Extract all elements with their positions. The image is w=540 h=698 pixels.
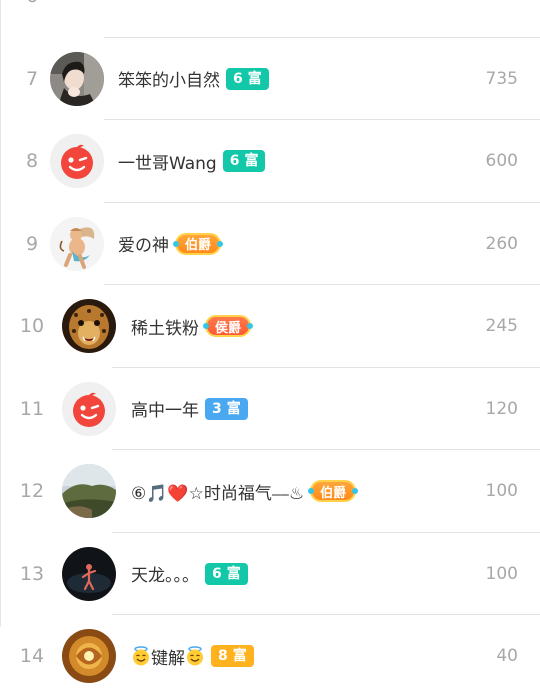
noble-title-badge: 伯爵 (308, 480, 359, 503)
wealth-level-badge: 8 富 (211, 645, 254, 668)
badge-gem-icon (173, 240, 179, 247)
user-name[interactable]: 高中一年 (131, 396, 199, 421)
badge-label: 富 (226, 565, 241, 582)
badge-gem-icon (308, 488, 315, 495)
ranking-row[interactable]: 9 爱の神 伯爵 260 (0, 203, 540, 286)
rank-number: 11 (19, 397, 45, 420)
rank-number: 14 (19, 645, 45, 667)
user-name[interactable]: 天龙。。。 (131, 561, 199, 586)
ranking-row[interactable]: 7 笨笨的小自然 6 富 735 (0, 38, 540, 121)
user-name[interactable]: 笨笨的小自然 (118, 66, 220, 91)
ranking-row[interactable]: 10 稀土铁粉 侯爵 245 (0, 285, 540, 368)
name-group: 高中一年 3 富 (131, 368, 248, 451)
badge-gem-icon (217, 240, 224, 247)
golden-ornament-avatar[interactable] (62, 629, 116, 683)
rank-number: 12 (19, 480, 45, 502)
mountain-landscape-avatar[interactable] (62, 464, 116, 518)
noble-title-text: 伯爵 (320, 485, 347, 501)
score-value: 100 (485, 563, 518, 584)
badge-level-number: 6 (233, 70, 243, 87)
ranking-row[interactable]: 8 一世哥Wang 6 富 600 (0, 120, 540, 203)
rank-number: 6 (0, 0, 64, 38)
user-name[interactable]: 稀土铁粉 (131, 314, 199, 339)
name-group: 天龙。。。 6 富 (131, 533, 248, 616)
user-name: 键解 (151, 648, 185, 669)
badge-level-number: 6 (212, 565, 222, 582)
red-wink-face-avatar[interactable] (50, 134, 104, 188)
name-group: 笨笨的小自然 6 富 (118, 38, 269, 121)
name-group: ⑥🎵❤️☆时尚福气⎯⎯♨ 伯爵 (131, 450, 359, 533)
badge-gem-icon (203, 323, 209, 330)
wealth-level-badge: 6 富 (226, 67, 269, 90)
name-group: 一世哥Wang 6 富 (118, 120, 266, 203)
score-value: 100 (485, 481, 518, 501)
ranking-row[interactable]: 6 (0, 0, 540, 38)
rank-number: 13 (19, 562, 45, 585)
badge-label: 富 (226, 400, 241, 417)
red-wink-face-avatar[interactable] (62, 381, 116, 436)
dark-stage-avatar[interactable] (62, 546, 116, 601)
woman-portrait-avatar[interactable] (50, 51, 104, 106)
name-group: 稀土铁粉 侯爵 (131, 285, 254, 368)
score-value: 245 (485, 316, 518, 336)
wealth-level-badge: 6 富 (205, 562, 248, 585)
score-value: 600 (485, 151, 518, 171)
noble-title-text: 侯爵 (215, 320, 242, 336)
ranking-row[interactable]: 11 高中一年 3 富 120 (0, 368, 540, 451)
score-value: 120 (485, 398, 518, 419)
badge-label: 富 (232, 648, 247, 665)
ranking-row[interactable]: 14 键解 8 富 40 (0, 615, 540, 698)
ranking-list: 6 7 笨笨的小自然 6 富 735 8 (0, 0, 540, 698)
noble-title-text: 伯爵 (185, 238, 212, 254)
wealth-level-badge: 3 富 (205, 397, 248, 420)
ranking-row[interactable]: 12 ⑥🎵❤️☆时尚福气⎯⎯♨ 伯爵 100 (0, 450, 540, 533)
noble-title-badge: 伯爵 (173, 232, 224, 255)
cupid-avatar[interactable] (50, 216, 104, 271)
rank-number: 10 (19, 315, 45, 337)
name-group: 键解 8 富 (131, 615, 254, 698)
wealth-level-badge: 6 富 (222, 150, 266, 173)
angel-smile-icon (131, 646, 151, 666)
leopard-avatar[interactable] (62, 299, 116, 353)
badge-level-number: 6 (229, 153, 240, 170)
badge-gem-icon (247, 323, 254, 330)
ranking-row[interactable]: 13 天龙。。。 6 富 100 (0, 533, 540, 616)
score-value: 260 (485, 233, 518, 254)
badge-label: 富 (244, 153, 259, 170)
angel-smile-icon (185, 646, 205, 666)
name-with-emoji[interactable]: 键解 (131, 644, 205, 669)
user-name[interactable]: ⑥🎵❤️☆时尚福气⎯⎯♨ (131, 479, 304, 504)
score-value: 40 (496, 646, 518, 666)
user-name[interactable]: 爱の神 (118, 231, 169, 256)
badge-level-number: 3 (212, 400, 222, 417)
badge-label: 富 (247, 70, 262, 87)
score-value: 735 (485, 68, 518, 89)
badge-gem-icon (352, 488, 359, 495)
user-name[interactable]: 一世哥Wang (118, 149, 217, 174)
name-group: 爱の神 伯爵 (118, 203, 224, 286)
badge-level-number: 8 (218, 648, 228, 665)
noble-title-badge: 侯爵 (203, 315, 254, 338)
